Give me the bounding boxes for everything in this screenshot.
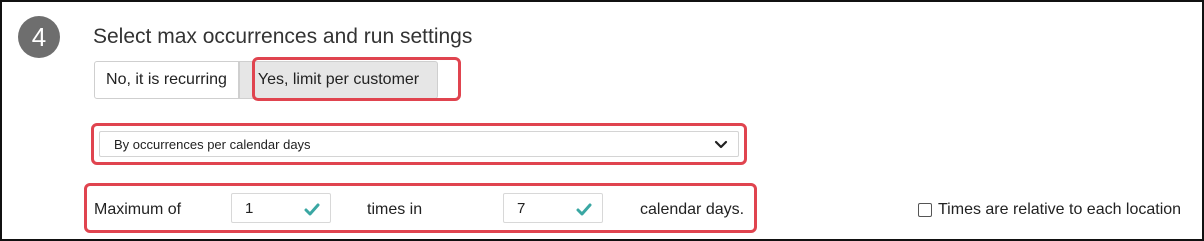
yes-limit-per-customer-button[interactable]: Yes, limit per customer bbox=[239, 61, 438, 99]
chevron-down-icon bbox=[714, 140, 728, 149]
section-title: Select max occurrences and run settings bbox=[93, 25, 473, 48]
limit-type-select[interactable]: By occurrences per calendar days bbox=[99, 131, 739, 157]
maximum-of-label: Maximum of bbox=[94, 201, 182, 218]
relative-to-location-option[interactable]: Times are relative to each location bbox=[918, 201, 1181, 219]
valid-check-icon bbox=[576, 203, 592, 216]
valid-check-icon bbox=[304, 203, 320, 216]
step-number-badge: 4 bbox=[18, 16, 60, 58]
settings-panel: 4 Select max occurrences and run setting… bbox=[0, 0, 1204, 241]
calendar-days-label: calendar days. bbox=[640, 201, 745, 218]
relative-to-location-label: Times are relative to each location bbox=[938, 201, 1182, 218]
no-recurring-button[interactable]: No, it is recurring bbox=[94, 61, 239, 99]
calendar-days-input[interactable]: 7 bbox=[503, 193, 603, 223]
times-in-label: times in bbox=[367, 201, 423, 218]
limit-type-selected-value: By occurrences per calendar days bbox=[114, 136, 311, 152]
calendar-days-value: 7 bbox=[517, 199, 526, 217]
relative-to-location-checkbox[interactable] bbox=[918, 203, 932, 217]
max-times-input[interactable]: 1 bbox=[231, 193, 331, 223]
recurrence-toggle-group: No, it is recurring Yes, limit per custo… bbox=[94, 61, 438, 99]
max-times-value: 1 bbox=[245, 199, 254, 217]
